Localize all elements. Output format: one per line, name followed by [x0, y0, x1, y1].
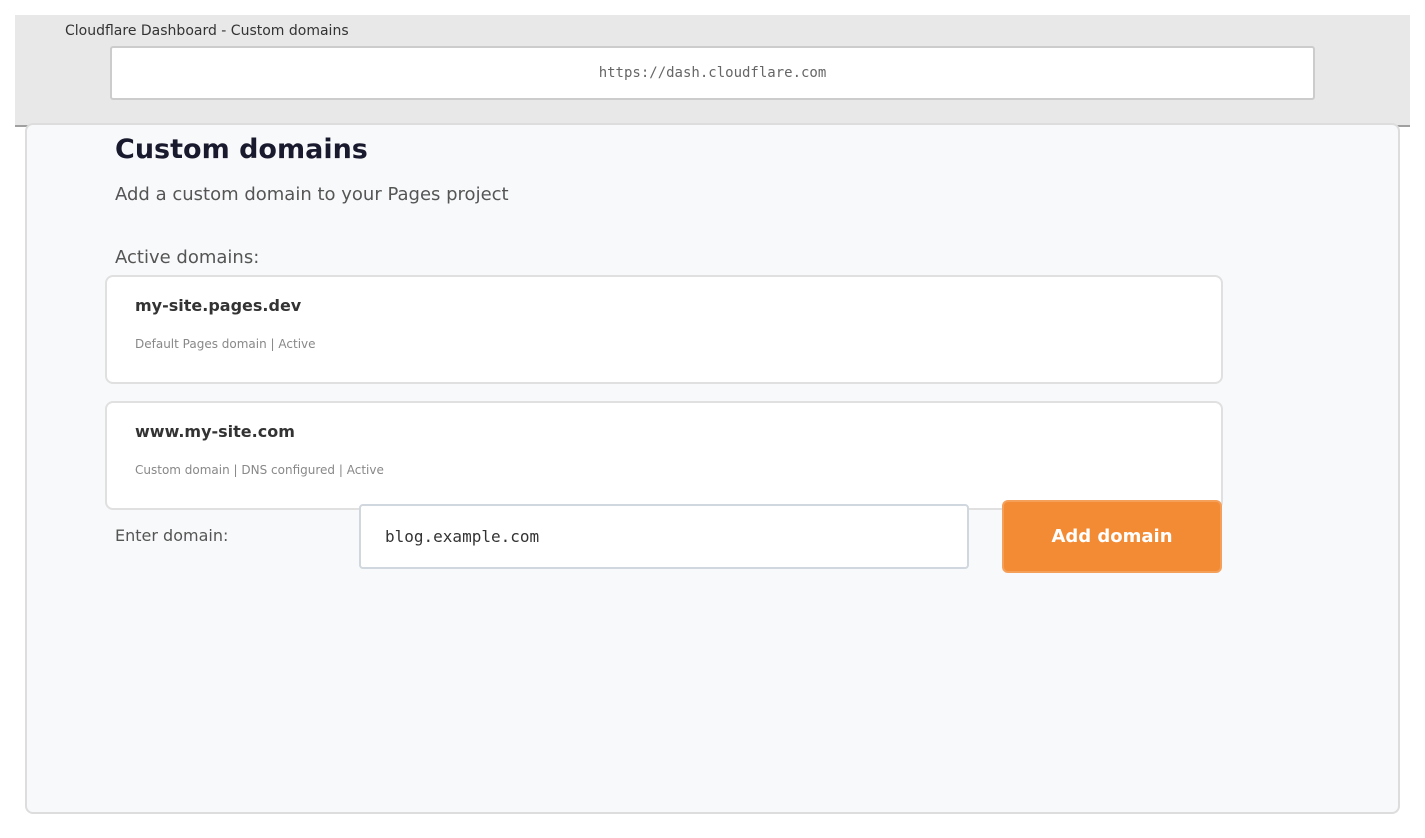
address-url: https://dash.cloudflare.com: [598, 65, 827, 81]
active-domains-label: Active domains:: [115, 247, 260, 268]
page-subtitle: Add a custom domain to your Pages projec…: [115, 184, 509, 205]
main-content: Custom domains Add a custom domain to yo…: [25, 123, 1400, 814]
domain-meta: Custom domain | DNS configured | Active: [135, 463, 384, 477]
address-bar[interactable]: https://dash.cloudflare.com: [110, 46, 1315, 100]
browser-chrome: Cloudflare Dashboard - Custom domains ht…: [15, 15, 1410, 127]
domain-card-pages-dev: my-site.pages.dev Default Pages domain |…: [105, 275, 1223, 384]
window-title: Cloudflare Dashboard - Custom domains: [65, 23, 349, 39]
domain-meta: Default Pages domain | Active: [135, 337, 316, 351]
domain-name: my-site.pages.dev: [135, 296, 302, 315]
domain-name: www.my-site.com: [135, 422, 295, 441]
add-domain-button[interactable]: Add domain: [1002, 500, 1222, 573]
domain-card-custom: www.my-site.com Custom domain | DNS conf…: [105, 401, 1223, 510]
domain-input[interactable]: [359, 504, 969, 569]
domain-input-label: Enter domain:: [115, 526, 229, 545]
page-title: Custom domains: [115, 134, 368, 165]
